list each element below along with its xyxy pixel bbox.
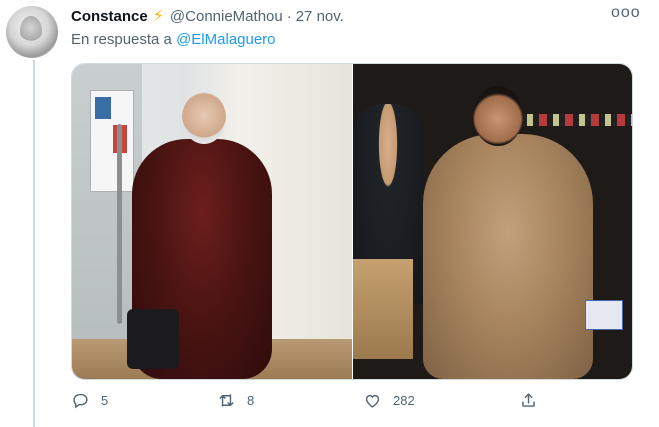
tweet-actions: 5 8 282 (71, 388, 631, 412)
retweet-count: 8 (247, 392, 255, 408)
share-icon (522, 392, 535, 407)
photo-poster (90, 90, 134, 192)
reply-button[interactable]: 5 (71, 388, 108, 412)
photo-box (352, 259, 413, 359)
photo-door-handle (117, 124, 122, 324)
photo-man-head (472, 86, 523, 146)
avatar[interactable] (6, 6, 58, 58)
share-button[interactable] (519, 388, 538, 412)
lightning-bolt-icon: ⚡ (152, 8, 164, 25)
more-options-icon[interactable]: ooo (611, 4, 641, 22)
media-grid (71, 63, 633, 380)
photo-tan-fur-coat (422, 134, 593, 379)
reply-to-link[interactable]: @ElMalaguero (176, 31, 275, 48)
media-photo-left[interactable] (72, 64, 352, 379)
photo-woman-head (182, 92, 226, 144)
retweet-icon (219, 393, 234, 407)
reply-context: En respuesta a @ElMalaguero (71, 31, 276, 48)
thread-line (33, 60, 35, 427)
tweet-header: Constance ⚡ @ConnieMathou · 27 nov. (71, 6, 344, 26)
photo-lights (512, 114, 632, 126)
heart-icon (365, 394, 380, 408)
like-button[interactable]: 282 (363, 388, 415, 412)
separator: · (286, 7, 292, 25)
reply-count: 5 (101, 392, 109, 408)
timestamp[interactable]: 27 nov. (296, 8, 344, 25)
retweet-button[interactable]: 8 (217, 388, 254, 412)
photo-sign (584, 300, 623, 330)
comment-icon (73, 393, 88, 408)
author-name[interactable]: Constance (71, 8, 148, 25)
like-count: 282 (393, 392, 415, 408)
media-photo-right[interactable] (351, 64, 632, 379)
photo-handbag (127, 309, 179, 369)
author-handle[interactable]: @ConnieMathou (170, 8, 283, 25)
reply-prefix: En respuesta a (71, 31, 172, 48)
